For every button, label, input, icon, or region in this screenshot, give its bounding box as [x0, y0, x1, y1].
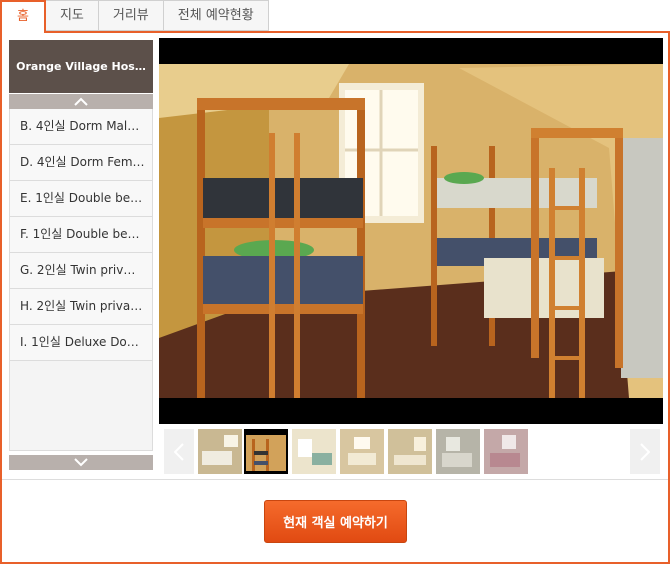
- room-item-f[interactable]: F. 1인실 Double be…: [9, 217, 153, 253]
- room-item-b[interactable]: B. 4인실 Dorm Mal…: [9, 109, 153, 145]
- tab-map[interactable]: 지도: [45, 0, 99, 31]
- scroll-up-button[interactable]: [9, 93, 153, 109]
- photo-thumbnail[interactable]: [388, 429, 432, 474]
- dorm-room-image: [159, 38, 663, 424]
- room-item-e[interactable]: E. 1인실 Double be…: [9, 181, 153, 217]
- room-item-g[interactable]: G. 2인실 Twin priv…: [9, 253, 153, 289]
- thumbnail-strip: [164, 429, 660, 475]
- photo-thumbnail[interactable]: [484, 429, 528, 474]
- photo-thumbnail[interactable]: [436, 429, 480, 474]
- book-room-button[interactable]: 현재 객실 예약하기: [264, 500, 407, 543]
- content-frame: Orange Village Hos… B. 4인실 Dorm Mal… D. …: [0, 31, 670, 564]
- tab-bar: 홈 지도 거리뷰 전체 예약현황: [0, 0, 269, 33]
- room-sidebar: Orange Village Hos… B. 4인실 Dorm Mal… D. …: [9, 40, 153, 451]
- photo-thumbnail[interactable]: [198, 429, 242, 474]
- hotel-name: Orange Village Hos…: [9, 40, 153, 93]
- prev-photo-button[interactable]: [164, 429, 194, 474]
- room-list-spacer: [9, 361, 153, 451]
- room-item-i[interactable]: I. 1인실 Deluxe Do…: [9, 325, 153, 361]
- room-list: B. 4인실 Dorm Mal… D. 4인실 Dorm Fem… E. 1인실…: [9, 109, 153, 361]
- photo-thumbnail[interactable]: [340, 429, 384, 474]
- photo-thumbnail-selected[interactable]: [244, 429, 288, 474]
- tab-street-view[interactable]: 거리뷰: [98, 0, 164, 31]
- chevron-left-icon: [174, 442, 184, 461]
- chevron-right-icon: [640, 442, 650, 461]
- photo-thumbnail[interactable]: [292, 429, 336, 474]
- divider: [2, 479, 668, 480]
- main-room-photo: [159, 38, 663, 424]
- tab-home[interactable]: 홈: [0, 0, 46, 33]
- chevron-up-icon: [74, 97, 88, 106]
- scroll-down-button[interactable]: [9, 454, 153, 470]
- chevron-down-icon: [74, 458, 88, 467]
- room-item-h[interactable]: H. 2인실 Twin priva…: [9, 289, 153, 325]
- next-photo-button[interactable]: [630, 429, 660, 474]
- room-item-d[interactable]: D. 4인실 Dorm Fem…: [9, 145, 153, 181]
- tab-reservation-status[interactable]: 전체 예약현황: [163, 0, 269, 31]
